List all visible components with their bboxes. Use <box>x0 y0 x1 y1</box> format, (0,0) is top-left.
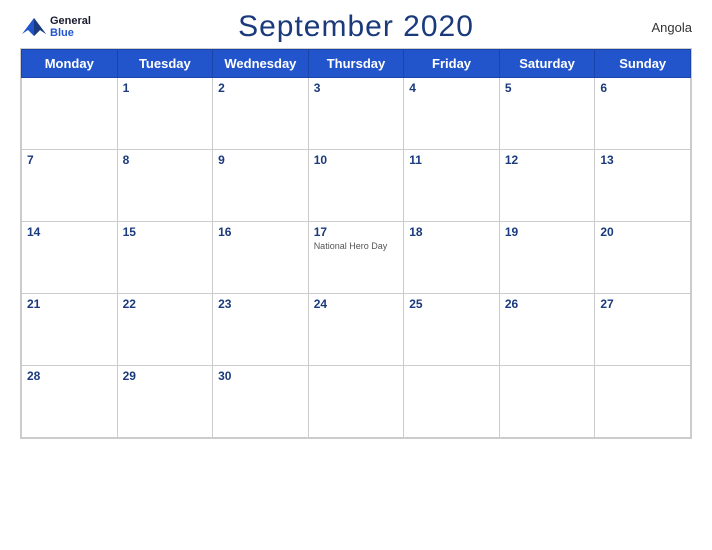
day-number: 3 <box>314 81 399 95</box>
calendar-title: September 2020 <box>238 10 474 44</box>
calendar-cell <box>308 366 404 438</box>
day-number: 15 <box>123 225 208 239</box>
day-number: 30 <box>218 369 303 383</box>
day-number: 7 <box>27 153 112 167</box>
day-number: 1 <box>123 81 208 95</box>
calendar-cell: 30 <box>213 366 309 438</box>
calendar-cell: 17 National Hero Day <box>308 222 404 294</box>
calendar-week-row: 123456 <box>22 78 691 150</box>
day-number: 28 <box>27 369 112 383</box>
calendar-cell: 4 <box>404 78 500 150</box>
calendar-week-row: 14 15 16 17 National Hero Day 18 19 20 <box>22 222 691 294</box>
calendar-week-row: 21 22 23 24 25 26 27 <box>22 294 691 366</box>
logo-text: General Blue <box>50 15 91 39</box>
calendar-cell: 9 <box>213 150 309 222</box>
day-number: 14 <box>27 225 112 239</box>
calendar-cell: 22 <box>117 294 213 366</box>
weekday-header: Sunday <box>595 50 691 78</box>
weekday-header: Thursday <box>308 50 404 78</box>
calendar-cell <box>499 366 595 438</box>
day-number: 11 <box>409 153 494 167</box>
calendar-cell: 8 <box>117 150 213 222</box>
holiday-text: National Hero Day <box>314 241 399 252</box>
day-number: 8 <box>123 153 208 167</box>
calendar-cell: 15 <box>117 222 213 294</box>
day-number: 6 <box>600 81 685 95</box>
day-number: 27 <box>600 297 685 311</box>
day-number: 21 <box>27 297 112 311</box>
calendar-cell: 16 <box>213 222 309 294</box>
day-number: 23 <box>218 297 303 311</box>
calendar-cell: 26 <box>499 294 595 366</box>
weekday-header: Tuesday <box>117 50 213 78</box>
logo-bird-icon <box>20 16 48 38</box>
calendar-cell: 29 <box>117 366 213 438</box>
day-number: 20 <box>600 225 685 239</box>
calendar-week-row: 28 29 30 <box>22 366 691 438</box>
calendar-cell: 28 <box>22 366 118 438</box>
day-number: 10 <box>314 153 399 167</box>
day-number: 25 <box>409 297 494 311</box>
calendar-week-row: 789 10 11 12 13 <box>22 150 691 222</box>
calendar-cell: 25 <box>404 294 500 366</box>
calendar-cell: 13 <box>595 150 691 222</box>
day-number: 2 <box>218 81 303 95</box>
calendar-cell: 6 <box>595 78 691 150</box>
day-number: 24 <box>314 297 399 311</box>
calendar-cell: 18 <box>404 222 500 294</box>
calendar-cell: 21 <box>22 294 118 366</box>
calendar-cell: 19 <box>499 222 595 294</box>
calendar-cell: 14 <box>22 222 118 294</box>
calendar-cell: 1 <box>117 78 213 150</box>
calendar-header-row: MondayTuesdayWednesdayThursdayFridaySatu… <box>22 50 691 78</box>
day-number: 13 <box>600 153 685 167</box>
calendar-body: 1234567891011121314151617National Hero D… <box>22 78 691 438</box>
weekday-header: Saturday <box>499 50 595 78</box>
day-number: 5 <box>505 81 590 95</box>
day-number: 18 <box>409 225 494 239</box>
day-number: 17 <box>314 225 399 239</box>
logo: General Blue <box>20 15 91 39</box>
calendar-cell: 12 <box>499 150 595 222</box>
calendar-cell <box>404 366 500 438</box>
calendar-cell: 5 <box>499 78 595 150</box>
weekday-header: Wednesday <box>213 50 309 78</box>
calendar-cell <box>595 366 691 438</box>
calendar-cell: 20 <box>595 222 691 294</box>
calendar: MondayTuesdayWednesdayThursdayFridaySatu… <box>20 48 692 439</box>
day-number: 22 <box>123 297 208 311</box>
calendar-cell: 11 <box>404 150 500 222</box>
day-number: 26 <box>505 297 590 311</box>
weekday-header: Friday <box>404 50 500 78</box>
calendar-cell: 7 <box>22 150 118 222</box>
calendar-cell: 2 <box>213 78 309 150</box>
calendar-cell: 3 <box>308 78 404 150</box>
country-label: Angola <box>652 20 692 35</box>
calendar-cell: 23 <box>213 294 309 366</box>
day-number: 16 <box>218 225 303 239</box>
calendar-cell: 10 <box>308 150 404 222</box>
day-number: 9 <box>218 153 303 167</box>
day-number: 4 <box>409 81 494 95</box>
weekday-header: Monday <box>22 50 118 78</box>
day-number: 19 <box>505 225 590 239</box>
day-number: 29 <box>123 369 208 383</box>
calendar-cell <box>22 78 118 150</box>
day-number: 12 <box>505 153 590 167</box>
calendar-cell: 27 <box>595 294 691 366</box>
calendar-cell: 24 <box>308 294 404 366</box>
